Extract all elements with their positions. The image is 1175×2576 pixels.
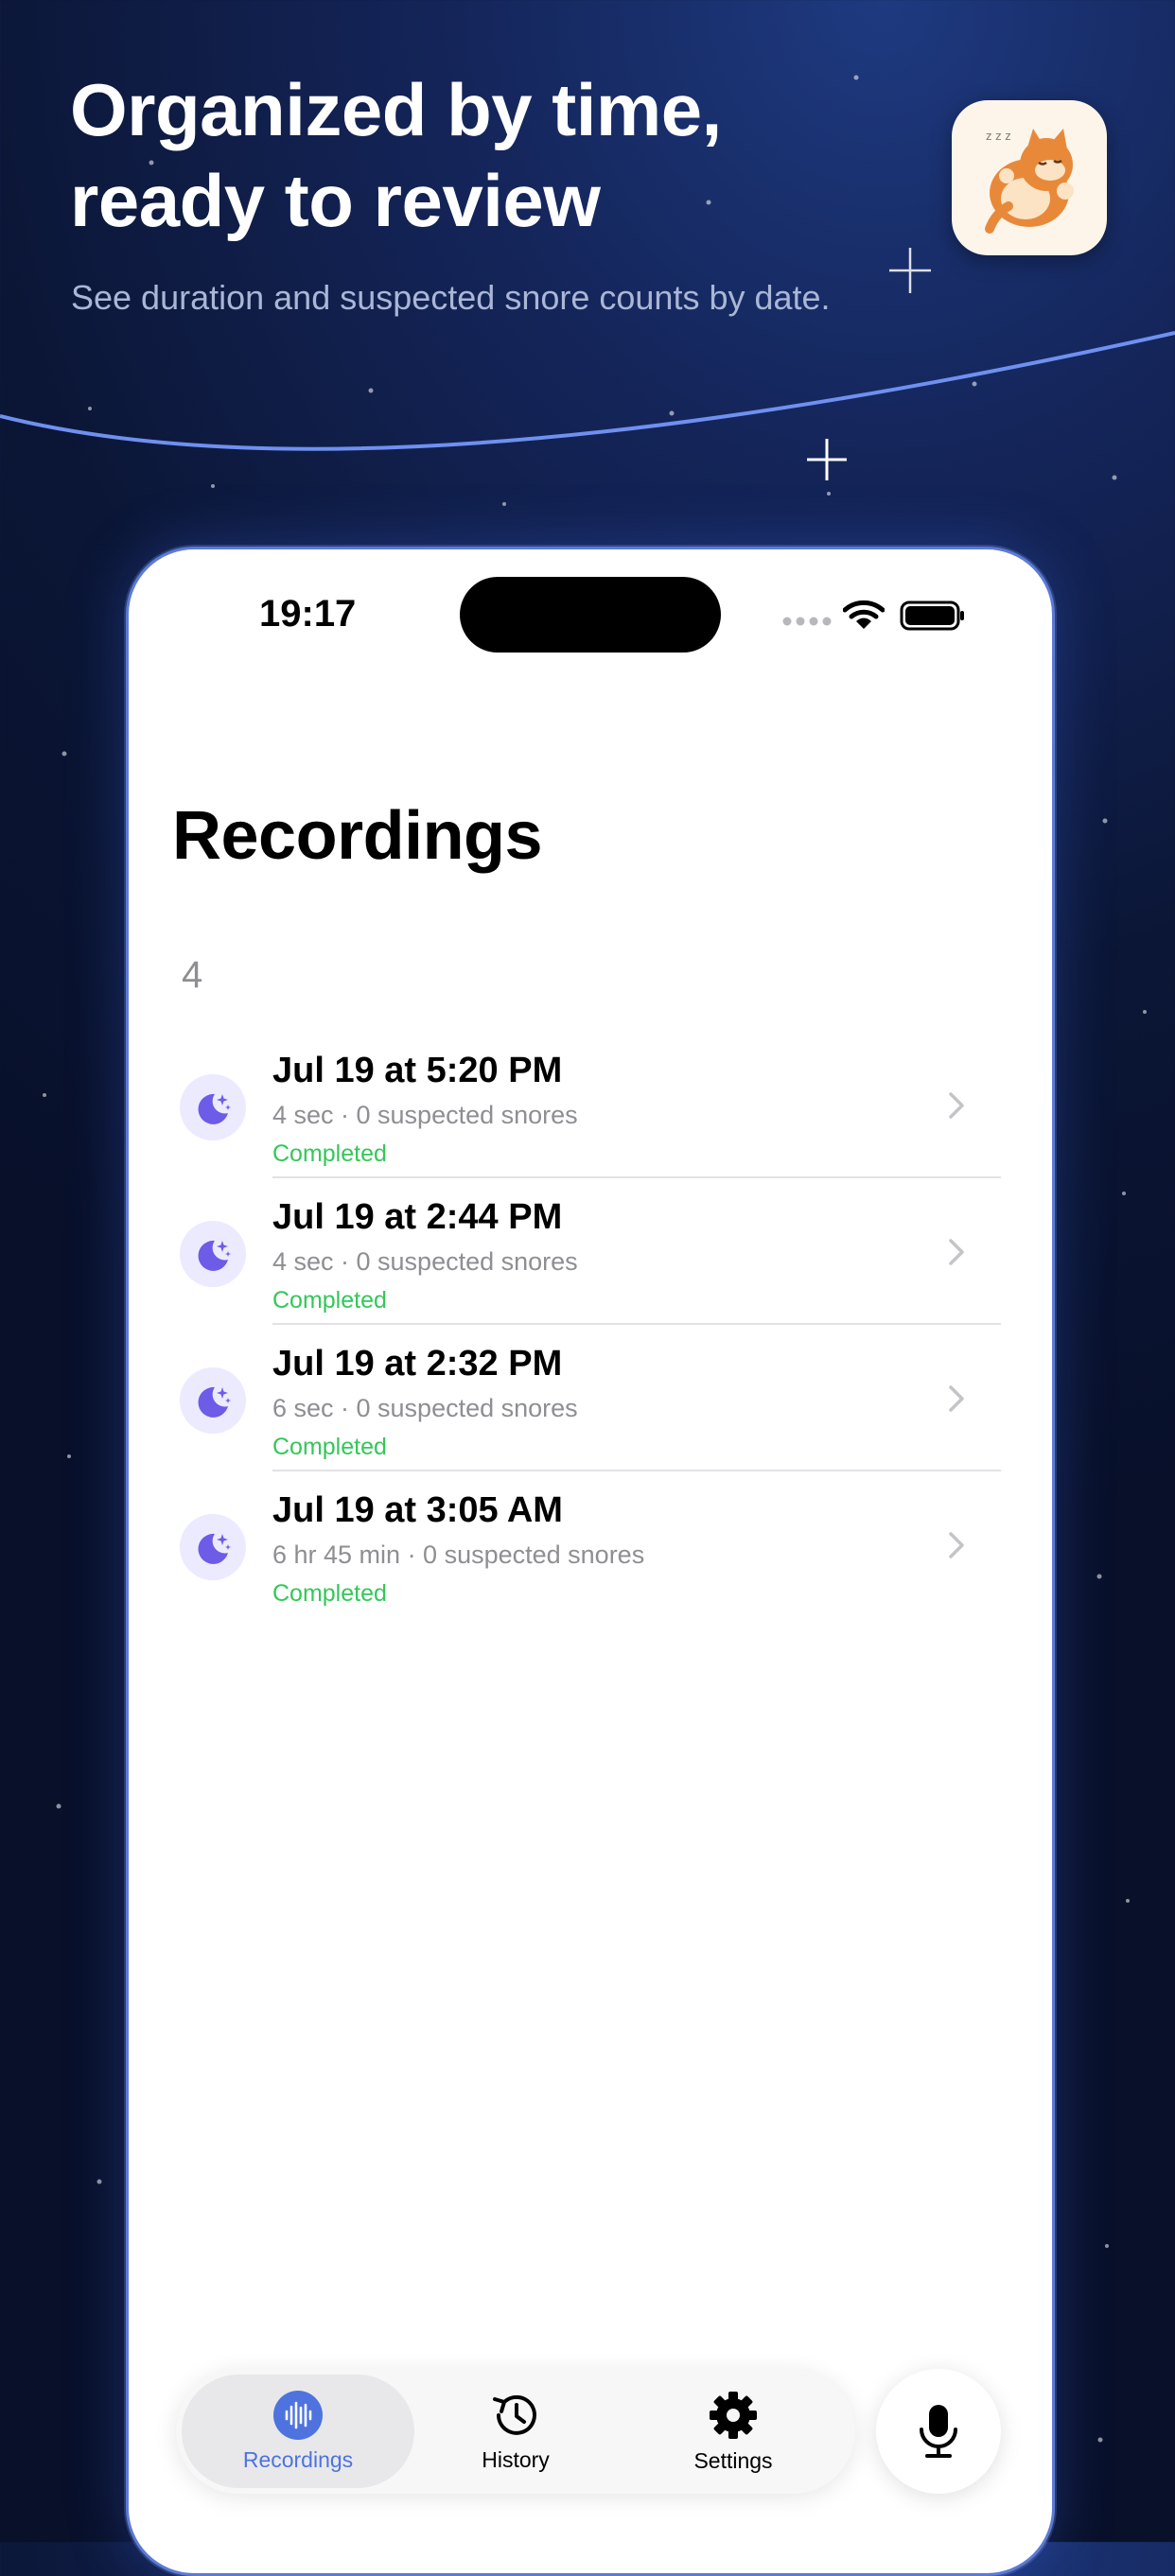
wifi-icon [843, 600, 885, 629]
recording-summary: 6 hr 45 min · 0 suspected snores [272, 1540, 645, 1569]
recording-summary: 4 sec · 0 suspected snores [272, 1247, 578, 1276]
promo-headline-line-1: Organized by time, [70, 68, 722, 151]
list-item[interactable]: Jul 19 at 3:05 AM 6 hr 45 min · 0 suspec… [129, 1471, 1052, 1618]
recording-title: Jul 19 at 5:20 PM [272, 1051, 563, 1090]
recording-title: Jul 19 at 3:05 AM [272, 1490, 563, 1530]
tab-history[interactable]: History [399, 2375, 632, 2488]
chevron-right-icon [949, 1239, 964, 1265]
moon-stars-icon [180, 1221, 246, 1287]
moon-stars-icon [180, 1367, 246, 1434]
sleeping-cat-app-icon: z z z [952, 100, 1107, 255]
list-item[interactable]: Jul 19 at 2:44 PM 4 sec · 0 suspected sn… [129, 1178, 1052, 1325]
signal-icon [782, 617, 832, 626]
list-item[interactable]: Jul 19 at 5:20 PM 4 sec · 0 suspected sn… [129, 1032, 1052, 1178]
history-clock-icon [493, 2394, 536, 2435]
tab-settings-label: Settings [693, 2447, 773, 2473]
tab-settings[interactable]: Settings [617, 2375, 850, 2488]
status-bar-time: 19:17 [259, 593, 357, 635]
recording-title: Jul 19 at 2:32 PM [272, 1344, 563, 1384]
recording-status: Completed [272, 1287, 387, 1314]
svg-text:z z z: z z z [986, 129, 1011, 143]
page-title: Recordings [172, 798, 543, 874]
promo-subheadline: See duration and suspected snore counts … [71, 278, 831, 317]
gear-icon [710, 2391, 757, 2439]
sparkle-icon [807, 439, 847, 480]
tab-recordings[interactable]: Recordings [182, 2375, 414, 2488]
recording-title: Jul 19 at 2:44 PM [272, 1197, 563, 1237]
moon-stars-icon [180, 1514, 246, 1580]
phone-mockup: 19:17 Recordings 4 Jul 19 at 5:20 PM 4 s… [126, 547, 1055, 2576]
recording-summary: 6 sec · 0 suspected snores [272, 1394, 578, 1422]
horizon-arc [0, 331, 1175, 451]
recordings-list: Jul 19 at 5:20 PM 4 sec · 0 suspected sn… [129, 1032, 1052, 1618]
recording-status: Completed [272, 1434, 387, 1460]
tab-bar: Recordings History Settings [176, 2369, 855, 2494]
tab-recordings-label: Recordings [242, 2446, 354, 2472]
promo-headline-line-2: ready to review [70, 159, 601, 242]
dynamic-island [460, 577, 721, 653]
promo-headline: Organized by time, ready to review [70, 64, 903, 246]
battery-icon [900, 600, 964, 631]
tab-history-label: History [482, 2446, 550, 2472]
recordings-count: 4 [182, 954, 203, 996]
moon-stars-icon [180, 1074, 246, 1140]
list-item[interactable]: Jul 19 at 2:32 PM 6 sec · 0 suspected sn… [129, 1325, 1052, 1471]
chevron-right-icon [949, 1092, 964, 1119]
record-button[interactable] [876, 2369, 1001, 2494]
waveform-icon [273, 2390, 323, 2440]
recording-status: Completed [272, 1140, 387, 1167]
recording-summary: 4 sec · 0 suspected snores [272, 1101, 578, 1129]
chevron-right-icon [949, 1385, 964, 1412]
microphone-icon [920, 2405, 957, 2458]
chevron-right-icon [949, 1532, 964, 1558]
recording-status: Completed [272, 1580, 387, 1607]
